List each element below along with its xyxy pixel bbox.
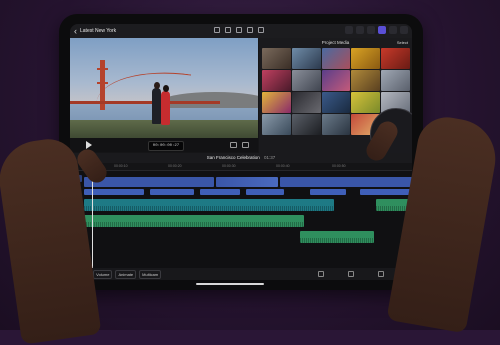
ruler-tick: 00:00:20	[168, 164, 182, 168]
split-icon[interactable]	[318, 271, 324, 277]
export-icon[interactable]	[214, 27, 220, 33]
multicam-button[interactable]: Multicam	[139, 269, 162, 279]
person-man	[152, 88, 161, 124]
audio-clip[interactable]	[300, 231, 374, 243]
media-thumb[interactable]	[381, 48, 410, 69]
media-thumb[interactable]	[321, 114, 351, 135]
top-toolbar: ‹ Latest New York	[70, 24, 412, 38]
media-thumb[interactable]	[321, 92, 351, 113]
back-chevron-icon[interactable]: ‹	[74, 26, 77, 36]
timeline-header: San Francisco Celebration 01:37	[70, 153, 412, 163]
media-thumb[interactable]	[321, 48, 351, 69]
media-thumb[interactable]	[262, 114, 291, 135]
timeline-title: San Francisco Celebration	[206, 155, 260, 160]
timeline-ruler[interactable]: 00:00:10 00:00:20 00:00:30 00:00:40 00:0…	[70, 163, 412, 171]
primary-clip[interactable]	[216, 177, 278, 187]
timeline-tracks	[70, 171, 412, 268]
add-icon[interactable]	[389, 26, 397, 34]
animate-button[interactable]: Animate	[115, 269, 137, 279]
connected-clip[interactable]	[310, 189, 346, 195]
media-thumb[interactable]	[351, 48, 381, 69]
ruler-tick: 00:00:40	[276, 164, 290, 168]
inspector-icon[interactable]	[367, 26, 375, 34]
color-icon[interactable]	[247, 27, 253, 33]
photos-icon[interactable]	[356, 26, 364, 34]
media-thumb[interactable]	[321, 70, 351, 91]
timecode-display: 00:00:00:27	[148, 141, 184, 151]
timeline-duration: 01:37	[264, 155, 276, 160]
undo-icon[interactable]	[348, 271, 354, 277]
share-icon[interactable]	[400, 26, 408, 34]
bottom-toolbar: Select Volume Animate Multicam	[70, 268, 412, 280]
media-thumb[interactable]	[351, 70, 381, 91]
mask-icon[interactable]	[258, 27, 264, 33]
browser-title: Project Media	[321, 40, 350, 45]
audio-clip[interactable]	[84, 215, 304, 227]
media-thumb[interactable]	[381, 70, 410, 91]
media-thumb[interactable]	[262, 48, 291, 69]
media-thumb[interactable]	[291, 92, 321, 113]
media-thumb[interactable]	[351, 92, 381, 113]
ruler-tick: 00:00:50	[332, 164, 346, 168]
ruler-tick: 00:00:10	[114, 164, 128, 168]
media-thumb[interactable]	[262, 92, 291, 113]
connected-clip[interactable]	[150, 189, 194, 195]
connected-clip[interactable]	[360, 189, 410, 195]
camera-icon[interactable]	[225, 27, 231, 33]
connected-clip[interactable]	[84, 189, 144, 195]
project-title: Latest New York	[80, 28, 117, 34]
connected-clip[interactable]	[246, 189, 284, 195]
settings-icon[interactable]	[345, 26, 353, 34]
media-thumb[interactable]	[291, 48, 321, 69]
microphone-icon[interactable]	[236, 27, 242, 33]
ruler-tick: 00:00:30	[222, 164, 236, 168]
person-woman	[161, 91, 170, 125]
select-button[interactable]: Select	[397, 40, 408, 45]
redo-icon[interactable]	[378, 271, 384, 277]
primary-clip[interactable]	[280, 177, 412, 187]
volume-button[interactable]: Volume	[93, 269, 113, 279]
media-thumb[interactable]	[291, 70, 321, 91]
fit-icon[interactable]	[230, 142, 237, 148]
media-thumb[interactable]	[291, 114, 321, 135]
music-clip[interactable]	[84, 199, 334, 211]
connected-clip[interactable]	[200, 189, 240, 195]
play-icon[interactable]	[86, 141, 92, 149]
viewer-controls: 00:00:00:27	[70, 138, 258, 152]
media-thumb[interactable]	[262, 70, 291, 91]
app-screen: ‹ Latest New York 00:00:00:27 Project Me…	[70, 24, 412, 280]
video-viewer[interactable]	[70, 38, 258, 138]
home-indicator	[196, 283, 264, 285]
browser-icon[interactable]	[378, 26, 386, 34]
fullscreen-icon[interactable]	[242, 142, 249, 148]
